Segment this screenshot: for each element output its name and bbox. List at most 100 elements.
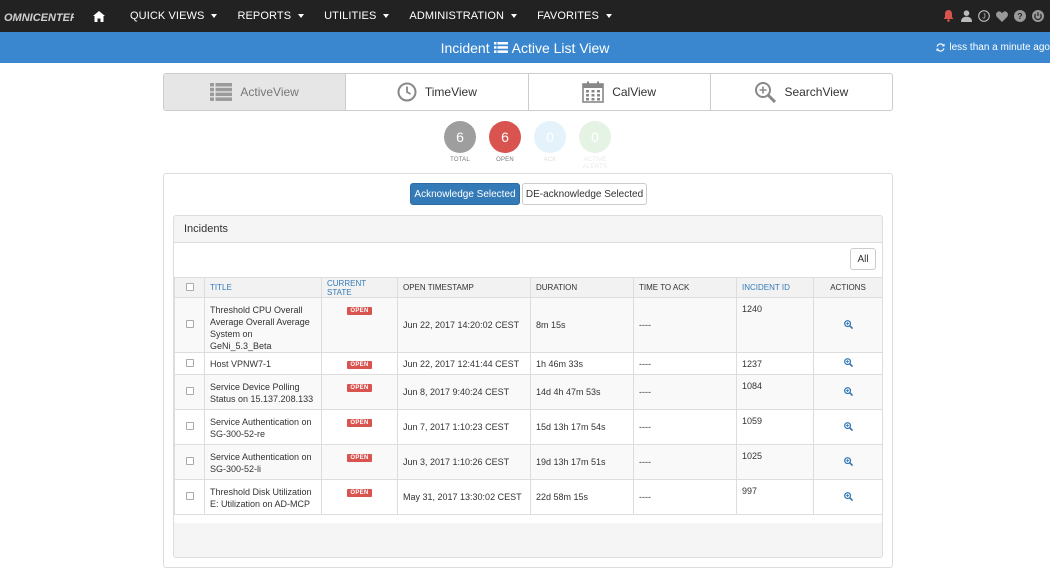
- table-row[interactable]: Host VPNW7-1 OPEN Jun 22, 2017 12:41:44 …: [174, 352, 882, 375]
- menu-administration[interactable]: ADMINISTRATION: [399, 0, 527, 32]
- help-icon[interactable]: ?: [1014, 10, 1026, 22]
- user-badge-icon[interactable]: J: [978, 10, 990, 22]
- incident-title[interactable]: Service Authentication on SG-300-52-li: [204, 444, 322, 480]
- select-all-header[interactable]: [174, 277, 205, 298]
- tab-timeview[interactable]: TimeView: [346, 74, 529, 110]
- navbar-icons: J ?: [942, 0, 1044, 32]
- header-incident-id[interactable]: INCIDENT ID: [736, 277, 814, 298]
- row-checkbox[interactable]: [185, 320, 194, 328]
- header-open-timestamp[interactable]: OPEN TIMESTAMP: [397, 277, 531, 298]
- header-current-state[interactable]: CURRENT STATE: [321, 277, 398, 298]
- header-actions: ACTIONS: [813, 277, 882, 298]
- caret-down-icon: [383, 14, 390, 18]
- row-checkbox[interactable]: [185, 358, 194, 367]
- duration: 19d 13h 17m 51s: [530, 444, 634, 480]
- page-title-suffix: Active List View: [511, 39, 610, 56]
- svg-text:?: ?: [1017, 11, 1022, 21]
- stat-open[interactable]: 6 OPEN: [489, 121, 521, 171]
- table-row[interactable]: Threshold Disk Utilization E: Utilizatio…: [174, 479, 882, 515]
- row-checkbox[interactable]: [185, 492, 194, 500]
- duration: 15d 13h 17m 54s: [530, 409, 634, 445]
- stat-ack[interactable]: 0 ACK: [534, 121, 566, 171]
- open-timestamp: Jun 7, 2017 1:10:23 CEST: [397, 409, 531, 445]
- logo-text: OMNICENTER: [4, 12, 74, 24]
- stat-active-alerts[interactable]: 0 ACTIVE ALERTS: [579, 121, 611, 171]
- zoom-in-icon[interactable]: [843, 491, 853, 501]
- list-icon: [493, 42, 508, 53]
- header-title[interactable]: TITLE: [204, 277, 322, 298]
- page-title: Incident Active List View: [0, 32, 1050, 63]
- view-switcher: ActiveView TimeView CalView SearchView: [163, 73, 893, 111]
- filter-all-button[interactable]: All: [850, 248, 876, 270]
- table-row[interactable]: Service Authentication on SG-300-52-re O…: [174, 409, 882, 445]
- incident-id: 1237: [736, 352, 814, 375]
- refresh-text: less than a minute ago: [949, 42, 1050, 53]
- stat-label: ACK: [543, 157, 557, 163]
- duration: 22d 58m 15s: [530, 479, 634, 515]
- heart-icon[interactable]: [996, 10, 1008, 22]
- zoom-in-icon[interactable]: [843, 421, 853, 431]
- top-navbar: OMNICENTER QUICK VIEWS REPORTS UTILITIES…: [0, 0, 1050, 32]
- incident-id: 1240: [736, 297, 814, 353]
- time-to-ack: ----: [633, 352, 737, 375]
- state-badge: OPEN: [347, 489, 372, 497]
- state-badge: OPEN: [347, 454, 372, 462]
- row-checkbox[interactable]: [185, 387, 194, 395]
- incident-title[interactable]: Service Authentication on SG-300-52-re: [204, 409, 322, 445]
- incident-title[interactable]: Host VPNW7-1: [204, 352, 322, 375]
- refresh-status[interactable]: less than a minute ago: [936, 32, 1050, 63]
- time-to-ack: ----: [633, 409, 737, 445]
- home-icon[interactable]: [92, 9, 106, 23]
- tab-label: ActiveView: [240, 85, 299, 99]
- time-to-ack: ----: [633, 444, 737, 480]
- menu-favorites[interactable]: FAVORITES: [527, 0, 622, 32]
- zoom-in-icon[interactable]: [843, 319, 853, 329]
- incidents-panel: Incidents All TITLE CURRENT STATE OPEN T…: [173, 215, 883, 558]
- menu-label: ADMINISTRATION: [409, 10, 505, 22]
- open-timestamp: Jun 22, 2017 14:20:02 CEST: [397, 297, 531, 353]
- incident-title[interactable]: Threshold CPU Overall Average Overall Av…: [204, 297, 322, 353]
- menu-reports[interactable]: REPORTS: [227, 0, 314, 32]
- omnicenter-logo[interactable]: OMNICENTER: [4, 6, 74, 26]
- header-time-to-ack[interactable]: TIME TO ACK: [633, 277, 737, 298]
- power-icon[interactable]: [1032, 10, 1044, 22]
- stat-label: TOTAL: [450, 157, 470, 163]
- svg-text:J: J: [982, 14, 986, 21]
- incident-title[interactable]: Threshold Disk Utilization E: Utilizatio…: [204, 479, 322, 515]
- table-row[interactable]: Threshold CPU Overall Average Overall Av…: [174, 297, 882, 353]
- acknowledge-selected-button[interactable]: Acknowledge Selected: [410, 183, 520, 205]
- zoom-in-icon[interactable]: [843, 386, 853, 396]
- caret-down-icon: [605, 14, 612, 18]
- incidents-table: TITLE CURRENT STATE OPEN TIMESTAMP DURAT…: [174, 277, 882, 515]
- table-row[interactable]: Service Device Polling Status on 15.137.…: [174, 374, 882, 410]
- menu-quick-views[interactable]: QUICK VIEWS: [120, 0, 227, 32]
- table-row[interactable]: Service Authentication on SG-300-52-li O…: [174, 444, 882, 480]
- row-checkbox[interactable]: [185, 422, 194, 430]
- menu-utilities[interactable]: UTILITIES: [314, 0, 399, 32]
- calendar-icon: [582, 81, 605, 103]
- menu-label: FAVORITES: [537, 10, 599, 22]
- time-to-ack: ----: [633, 479, 737, 515]
- bell-icon[interactable]: [942, 10, 954, 22]
- select-all-checkbox[interactable]: [185, 282, 194, 291]
- tab-searchview[interactable]: SearchView: [711, 74, 892, 110]
- zoom-in-icon[interactable]: [843, 358, 853, 367]
- incident-id: 1084: [736, 374, 814, 410]
- menu-label: REPORTS: [237, 10, 292, 22]
- stat-circle: 6: [489, 121, 521, 153]
- stat-label: OPEN: [496, 157, 514, 163]
- tab-activeview[interactable]: ActiveView: [164, 74, 347, 110]
- header-duration[interactable]: DURATION: [530, 277, 634, 298]
- row-checkbox[interactable]: [185, 457, 194, 465]
- tab-label: SearchView: [784, 85, 849, 99]
- user-icon[interactable]: [960, 10, 972, 22]
- menu-label: UTILITIES: [324, 10, 377, 22]
- stat-total[interactable]: 6 TOTAL: [444, 121, 476, 171]
- deacknowledge-selected-button[interactable]: DE-acknowledge Selected: [522, 183, 647, 205]
- incident-title[interactable]: Service Device Polling Status on 15.137.…: [204, 374, 322, 410]
- refresh-icon: [936, 43, 945, 52]
- stat-circle: 6: [444, 121, 476, 153]
- stat-circle: 0: [579, 121, 611, 153]
- tab-calview[interactable]: CalView: [529, 74, 711, 110]
- zoom-in-icon[interactable]: [843, 456, 853, 466]
